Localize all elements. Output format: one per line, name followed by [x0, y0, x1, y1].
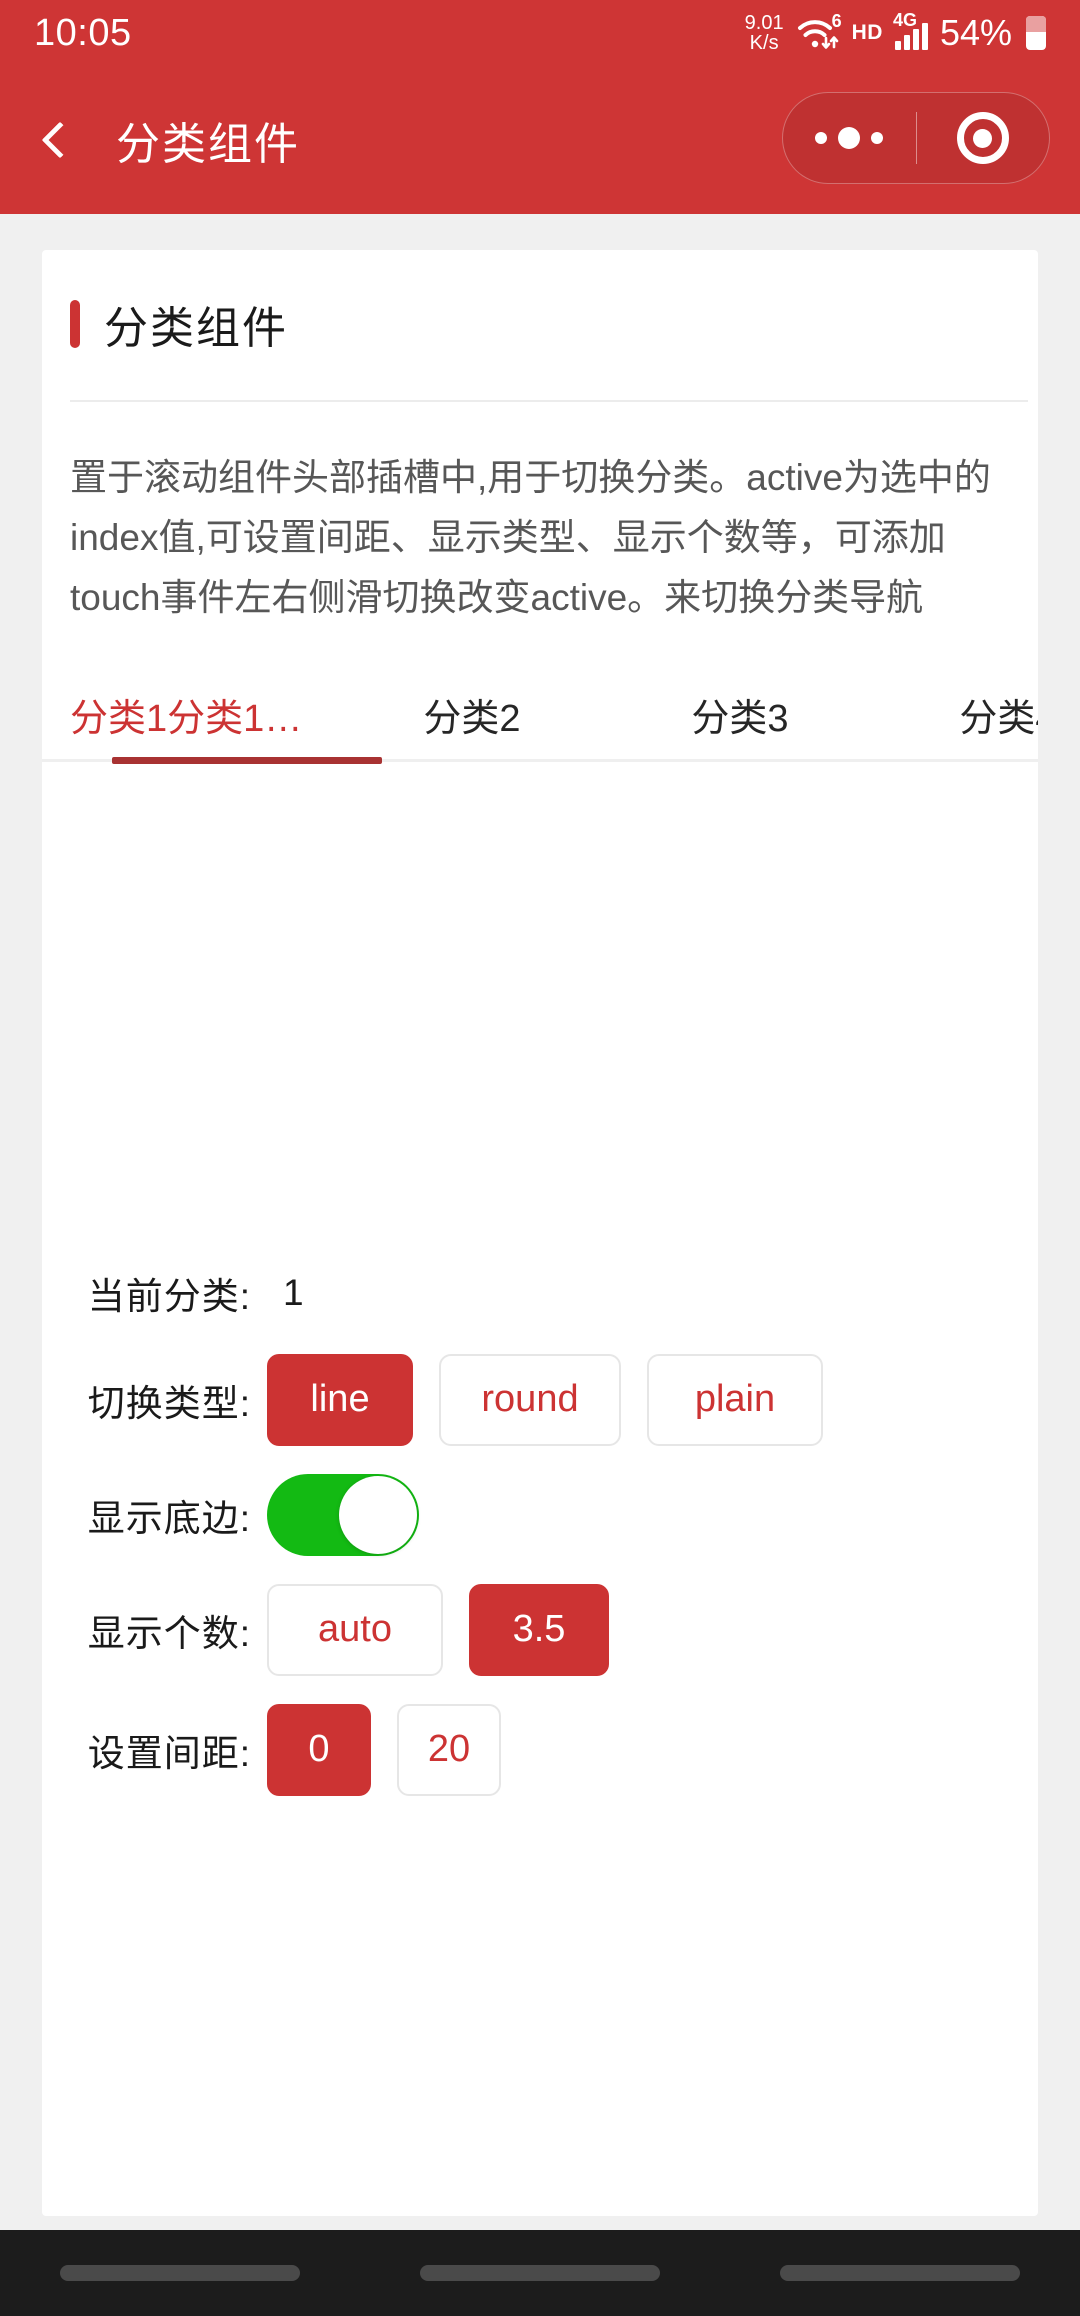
network-speed-indicator: 9.01 K/s — [745, 13, 784, 53]
show-count-options: auto 3.5 — [267, 1583, 609, 1676]
chevron-left-icon — [41, 121, 79, 159]
phone-screen: 10:05 9.01 K/s 6 HD 4G 54% 分类组件 分类组件 置于滚… — [0, 0, 1080, 2316]
switch-type-options: line round plain — [267, 1353, 823, 1446]
card-description: 置于滚动组件头部插槽中,用于切换分类。active为选中的index值,可设置间… — [70, 457, 991, 618]
back-button[interactable] — [12, 92, 108, 188]
cellular-signal-icon: 4G — [893, 10, 928, 50]
tab-panel: 当前分类: 1 切换类型: line round plain 显示底边: 显示个… — [42, 780, 1038, 1796]
accent-bar-icon — [70, 300, 80, 348]
tab-active-indicator — [112, 756, 382, 764]
header-divider — [70, 400, 1028, 402]
switch-type-option-line[interactable]: line — [267, 1353, 413, 1446]
status-clock: 10:05 — [34, 11, 132, 54]
card-header: 分类组件 — [42, 250, 1038, 356]
show-bottom-line-row: 显示底边: — [42, 1473, 1038, 1556]
switch-type-option-round[interactable]: round — [439, 1353, 621, 1446]
target-circle-icon — [956, 112, 1009, 164]
more-menu-button[interactable] — [783, 127, 916, 149]
switch-type-row: 切换类型: line round plain — [42, 1353, 1038, 1446]
show-count-row: 显示个数: auto 3.5 — [42, 1583, 1038, 1676]
category-tabs[interactable]: 分类1分类1分类1分类1 分类2 分类3 分类4 — [42, 672, 1038, 780]
controls-group: 当前分类: 1 切换类型: line round plain 显示底边: 显示个… — [42, 1266, 1038, 1824]
set-spacing-row: 设置间距: 0 20 — [42, 1703, 1038, 1796]
switch-type-label: 切换类型: — [87, 1382, 251, 1424]
current-category-value: 1 — [283, 1271, 305, 1313]
home-button[interactable] — [420, 2265, 660, 2281]
network-speed-value: 9.01 — [744, 12, 784, 34]
network-type-label: 4G — [892, 10, 917, 30]
recents-button[interactable] — [60, 2265, 300, 2281]
more-dots-icon — [815, 127, 884, 149]
show-count-label: 显示个数: — [87, 1612, 251, 1654]
toggle-knob — [339, 1475, 417, 1554]
status-bar: 10:05 9.01 K/s 6 HD 4G 54% — [0, 0, 1080, 66]
tab-item-1[interactable]: 分类2 — [338, 687, 606, 742]
tab-item-3[interactable]: 分类4 — [874, 687, 1038, 742]
show-count-option-3-5[interactable]: 3.5 — [469, 1583, 609, 1676]
show-bottom-line-toggle[interactable] — [267, 1473, 419, 1556]
set-spacing-option-20[interactable]: 20 — [397, 1703, 501, 1796]
set-spacing-options: 0 20 — [267, 1703, 501, 1796]
system-navigation-bar — [0, 2230, 1080, 2316]
close-miniprogram-button[interactable] — [917, 112, 1050, 164]
current-category-label: 当前分类: — [87, 1275, 251, 1317]
set-spacing-option-0[interactable]: 0 — [267, 1703, 371, 1796]
tabs-track[interactable]: 分类1分类1分类1分类1 分类2 分类3 分类4 — [42, 672, 1038, 758]
back-system-button[interactable] — [780, 2265, 1020, 2281]
hd-voice-icon: HD — [851, 21, 883, 44]
content-card: 分类组件 置于滚动组件头部插槽中,用于切换分类。active为选中的index值… — [42, 250, 1038, 2216]
network-speed-unit: K/s — [749, 32, 779, 54]
card-title-row: 分类组件 — [70, 292, 1004, 356]
miniprogram-capsule — [782, 92, 1050, 184]
switch-type-option-plain[interactable]: plain — [647, 1353, 823, 1446]
status-icons: 9.01 K/s 6 HD 4G 54% — [745, 10, 1046, 54]
card-title: 分类组件 — [104, 304, 288, 353]
wifi-icon: 6 — [796, 11, 842, 52]
battery-percent-label: 54% — [939, 12, 1012, 53]
set-spacing-label: 设置间距: — [87, 1732, 251, 1774]
current-category-row: 当前分类: 1 — [42, 1266, 1038, 1320]
navigation-bar: 分类组件 — [0, 66, 1080, 214]
battery-icon — [1026, 16, 1046, 50]
tab-item-0[interactable]: 分类1分类1分类1分类1 — [70, 687, 338, 742]
show-count-option-auto[interactable]: auto — [267, 1583, 443, 1676]
tab-item-2[interactable]: 分类3 — [606, 687, 874, 742]
show-bottom-line-label: 显示底边: — [87, 1497, 251, 1539]
wifi-generation-label: 6 — [831, 11, 842, 31]
page-title: 分类组件 — [116, 120, 300, 169]
